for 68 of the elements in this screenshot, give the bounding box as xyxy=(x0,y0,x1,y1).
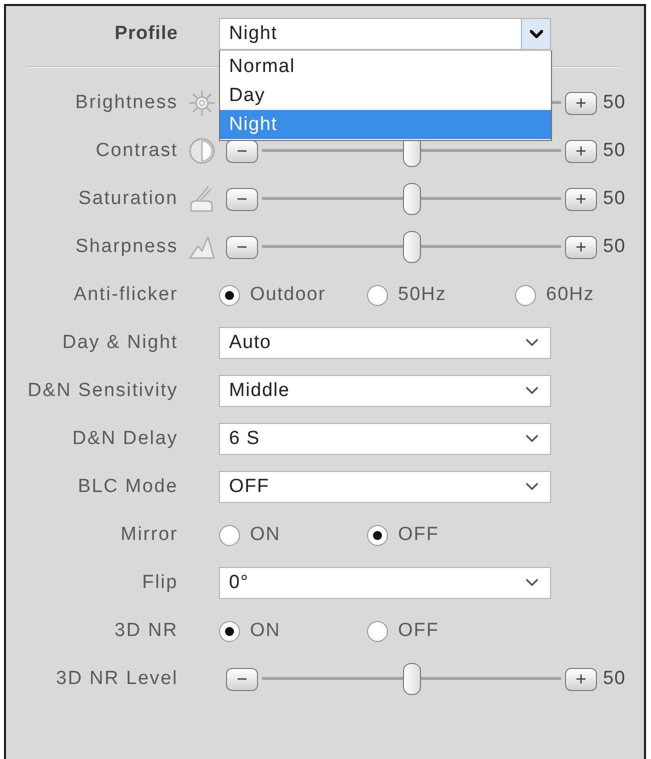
dropdown-select[interactable]: OFF xyxy=(219,471,551,503)
contrast-icon xyxy=(188,137,216,165)
plus-icon xyxy=(575,241,587,253)
radio-label[interactable]: 60Hz xyxy=(546,284,594,306)
plus-icon xyxy=(575,97,587,109)
slider-value: 50 xyxy=(603,140,626,162)
slider-value: 50 xyxy=(603,236,626,258)
row-label: Flip xyxy=(141,572,178,594)
plus-icon xyxy=(575,193,587,205)
row-label: Contrast xyxy=(94,140,178,162)
radio-button[interactable] xyxy=(219,284,240,306)
row-label: 3D NR Level xyxy=(54,668,178,690)
radio-label[interactable]: ON xyxy=(250,620,280,642)
row-label: Sharpness xyxy=(74,236,178,258)
row-label: Saturation xyxy=(77,188,178,210)
dropdown-option[interactable]: Day xyxy=(220,81,551,110)
slider-value: 50 xyxy=(603,92,626,114)
radio-label[interactable]: 50Hz xyxy=(398,284,446,306)
radio-button[interactable] xyxy=(367,524,388,546)
radio-button[interactable] xyxy=(219,524,240,546)
dropdown-select[interactable]: Middle xyxy=(219,375,551,407)
slider-value: 50 xyxy=(603,668,626,690)
radio-button[interactable] xyxy=(367,620,388,642)
profile-select[interactable]: Night xyxy=(219,18,551,50)
chevron-icon xyxy=(526,579,538,587)
dropdown-select[interactable]: 6 S xyxy=(219,423,551,455)
increase-button[interactable] xyxy=(565,668,597,690)
row-label: D&N Sensitivity xyxy=(26,380,178,402)
decrease-button[interactable] xyxy=(226,140,258,162)
radio-label[interactable]: OFF xyxy=(398,620,439,642)
radio-button[interactable] xyxy=(515,284,536,306)
chevron-icon xyxy=(526,387,538,395)
chevron-icon xyxy=(526,339,538,347)
dropdown-option[interactable]: Normal xyxy=(220,52,551,81)
increase-button[interactable] xyxy=(565,140,597,162)
row-label: 3D NR xyxy=(113,620,178,642)
decrease-button[interactable] xyxy=(226,236,258,258)
row-label: Brightness xyxy=(74,92,178,114)
radio-label[interactable]: OFF xyxy=(398,524,439,546)
row-label: BLC Mode xyxy=(76,476,178,498)
slider-value: 50 xyxy=(603,188,626,210)
increase-button[interactable] xyxy=(565,188,597,210)
chevron-icon xyxy=(526,435,538,443)
dropdown-button[interactable] xyxy=(521,19,550,49)
chevron-icon xyxy=(530,30,542,38)
row-label: Day & Night xyxy=(61,332,178,354)
increase-button[interactable] xyxy=(565,92,597,114)
plus-icon xyxy=(575,673,587,685)
radio-label[interactable]: Outdoor xyxy=(250,284,326,306)
dropdown-select[interactable]: 0° xyxy=(219,567,551,599)
profile-label: Profile xyxy=(114,23,178,45)
row-label: Anti-flicker xyxy=(72,284,178,306)
brush-icon xyxy=(188,185,216,213)
chevron-icon xyxy=(526,483,538,491)
row-label: D&N Delay xyxy=(71,428,178,450)
decrease-button[interactable] xyxy=(226,668,258,690)
sun-icon xyxy=(188,89,216,117)
slider-thumb[interactable] xyxy=(402,663,420,695)
row-label: Mirror xyxy=(120,524,178,546)
slider-thumb[interactable] xyxy=(402,231,420,263)
dropdown-select[interactable]: Auto xyxy=(219,327,551,359)
plus-icon xyxy=(575,145,587,157)
increase-button[interactable] xyxy=(565,236,597,258)
slider-thumb[interactable] xyxy=(402,183,420,215)
decrease-button[interactable] xyxy=(226,188,258,210)
radio-button[interactable] xyxy=(367,284,388,306)
radio-label[interactable]: ON xyxy=(250,524,280,546)
radio-button[interactable] xyxy=(219,620,240,642)
